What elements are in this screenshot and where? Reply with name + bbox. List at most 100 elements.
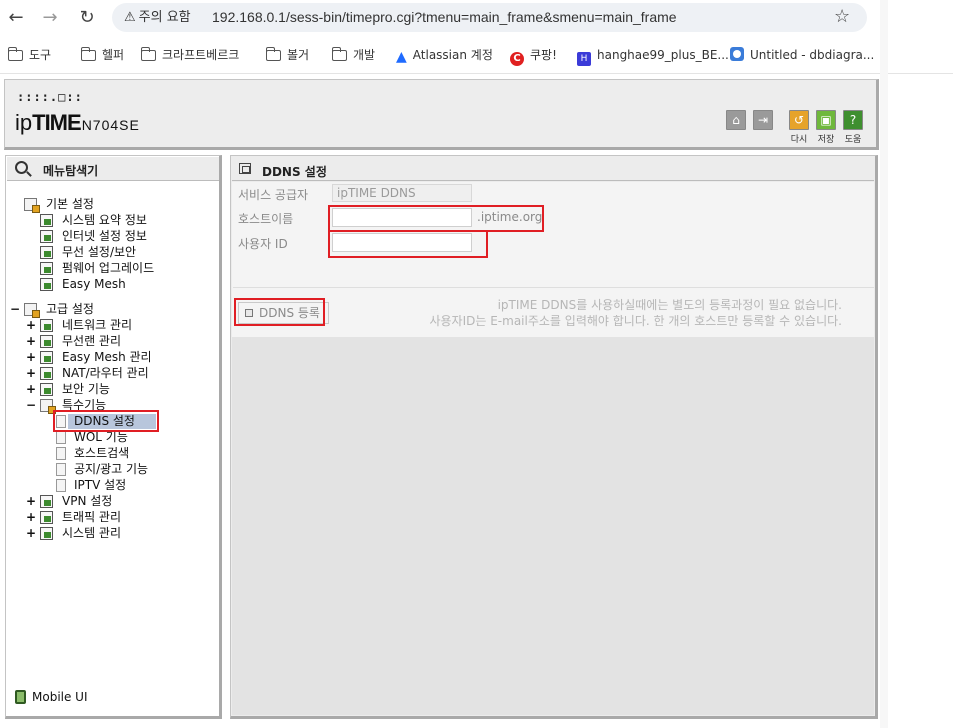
expand-toggle[interactable]: +	[26, 510, 36, 525]
bookmark-item[interactable]: 볼거	[265, 46, 310, 64]
tree-label: 인터넷 설정 정보	[62, 229, 147, 243]
bookmark-item[interactable]: Untitled - dbdiagra...	[730, 46, 874, 64]
user-id-input[interactable]	[332, 233, 472, 252]
folder-icon	[7, 47, 23, 61]
url-text[interactable]: 192.168.0.1/sess-bin/timepro.cgi?tmenu=m…	[212, 9, 677, 25]
provider-label: 서비스 공급자	[238, 188, 309, 202]
bookmarks-bar: 도구 헬퍼 크라프트베르크 볼거 개발 ▲ Atlassian 계정 C 쿠팡! H…	[0, 36, 953, 74]
folder-icon	[265, 47, 281, 61]
expand-toggle[interactable]: +	[26, 494, 36, 509]
bookmark-label: 도구	[29, 48, 52, 62]
brand-ip: ip	[15, 110, 33, 135]
tree-label: 펌웨어 업그레이드	[62, 261, 155, 275]
tree-label: VPN 설정	[62, 494, 113, 508]
page-icon	[56, 479, 66, 492]
security-warning[interactable]: ⚠ 주의 요함	[120, 8, 197, 27]
menu-explorer-header: 메뉴탐색기	[7, 157, 219, 181]
user-id-label: 사용자 ID	[238, 237, 288, 251]
coupang-icon: C	[510, 52, 524, 66]
tree-label: Easy Mesh 관리	[62, 350, 152, 364]
lock-icon	[40, 383, 53, 396]
menu-explorer-title: 메뉴탐색기	[43, 164, 99, 178]
bookmark-item[interactable]: 헬퍼	[80, 46, 125, 64]
bookmark-item[interactable]: C 쿠팡!	[510, 46, 557, 66]
monitor-icon	[40, 230, 53, 243]
wifi-icon	[40, 335, 53, 348]
tree-label: WOL 기능	[74, 430, 128, 444]
tree-label: NAT/라우터 관리	[62, 366, 149, 380]
page-icon	[56, 415, 66, 428]
ddns-panel: DDNS 설정 서비스 공급자 ipTIME DDNS 호스트이름 .iptim…	[230, 155, 878, 719]
model-name: N704SE	[81, 117, 140, 133]
reload-icon[interactable]: ↻	[75, 6, 99, 30]
router-header: ::::.□:: ipTIMEN704SE ⌂ ⇥ ↺ 다시 ▣ 저장 ? 도움	[4, 79, 879, 150]
save-icon[interactable]: ▣	[816, 110, 836, 130]
hanghae-icon: H	[577, 52, 591, 66]
collapse-toggle[interactable]: −	[10, 302, 20, 317]
panel-title: DDNS 설정	[262, 165, 327, 179]
hostname-input[interactable]	[332, 208, 472, 227]
mobile-ui-link[interactable]: Mobile UI	[15, 690, 88, 704]
ddns-notice: ipTIME DDNS를 사용하실때에는 별도의 등록과정이 필요 없습니다. …	[429, 297, 842, 329]
bookmark-label: 개발	[353, 48, 376, 62]
chart-icon	[40, 527, 53, 540]
home-icon[interactable]: ⌂	[726, 110, 746, 130]
restart-icon[interactable]: ↺	[789, 110, 809, 130]
tree-label: 트래픽 관리	[62, 510, 122, 524]
back-icon[interactable]: ←	[4, 6, 28, 30]
expand-toggle[interactable]: +	[26, 382, 36, 397]
hostname-suffix: .iptime.org	[477, 210, 543, 224]
chart-icon	[40, 214, 53, 227]
expand-toggle[interactable]: +	[26, 350, 36, 365]
help-icon[interactable]: ?	[843, 110, 863, 130]
search-icon	[15, 161, 28, 174]
tree-label: 무선 설정/보안	[62, 245, 137, 259]
page-scroll-edge	[880, 0, 888, 728]
folder-icon	[140, 47, 156, 61]
bookmark-label: 헬퍼	[102, 48, 125, 62]
bookmark-label: 크라프트베르크	[162, 48, 240, 62]
menu-explorer: 메뉴탐색기 기본 설정 시스템 요약 정보 인터넷 설정 정보 무선 설정/보안…	[5, 155, 222, 719]
address-bar[interactable]: ⚠ 주의 요함 192.168.0.1/sess-bin/timepro.cgi?…	[112, 3, 867, 32]
dbdiagram-icon	[730, 47, 744, 61]
window-icon	[239, 163, 251, 174]
logout-icon[interactable]: ⇥	[753, 110, 773, 130]
expand-toggle[interactable]: +	[26, 366, 36, 381]
bookmark-item[interactable]: ▲ Atlassian 계정	[396, 46, 493, 65]
tree-label: 고급 설정	[46, 302, 94, 316]
expand-toggle[interactable]: +	[26, 318, 36, 333]
bookmark-item[interactable]: 개발	[331, 46, 376, 64]
tree-label: 시스템 관리	[62, 526, 122, 540]
router-icon	[40, 367, 53, 380]
hostname-label: 호스트이름	[238, 212, 294, 226]
page-icon	[56, 463, 66, 476]
bookmark-item[interactable]: 도구	[7, 46, 52, 64]
folder-settings-icon	[24, 198, 40, 213]
wifi-icon	[40, 246, 53, 259]
bookmark-star-icon[interactable]: ☆	[834, 6, 850, 27]
tree-label: 네트워크 관리	[62, 318, 133, 332]
brand-time: TIME	[32, 110, 82, 135]
notice-line-1: ipTIME DDNS를 사용하실때에는 별도의 등록과정이 필요 없습니다.	[497, 298, 842, 312]
vpn-icon	[40, 495, 53, 508]
traffic-icon	[40, 511, 53, 524]
forward-icon[interactable]: →	[38, 6, 62, 30]
bookmark-label: 쿠팡!	[530, 48, 557, 62]
tree-label: 보안 기능	[62, 382, 110, 396]
bookmark-item[interactable]: Hhanghae99_plus_BE...	[577, 46, 729, 66]
tree-label: 시스템 요약 정보	[62, 213, 147, 227]
iptime-logo: ipTIMEN704SE	[15, 110, 140, 136]
bookmark-label: 볼거	[287, 48, 310, 62]
bookmark-label: Atlassian 계정	[412, 48, 493, 62]
expand-toggle[interactable]: +	[26, 526, 36, 541]
collapse-toggle[interactable]: −	[26, 398, 36, 413]
ddns-form: 서비스 공급자 ipTIME DDNS 호스트이름 .iptime.org 사용…	[232, 182, 874, 337]
network-icon	[40, 319, 53, 332]
screen: ← → ↻ ⚠ 주의 요함 192.168.0.1/sess-bin/timepr…	[0, 0, 953, 728]
security-warning-label: 주의 요함	[138, 10, 191, 25]
tree-label: IPTV 설정	[74, 478, 127, 492]
ddns-register-button[interactable]: DDNS 등록	[238, 302, 329, 324]
bookmark-item[interactable]: 크라프트베르크	[140, 46, 240, 64]
expand-toggle[interactable]: +	[26, 334, 36, 349]
folder-settings-icon	[24, 303, 40, 318]
